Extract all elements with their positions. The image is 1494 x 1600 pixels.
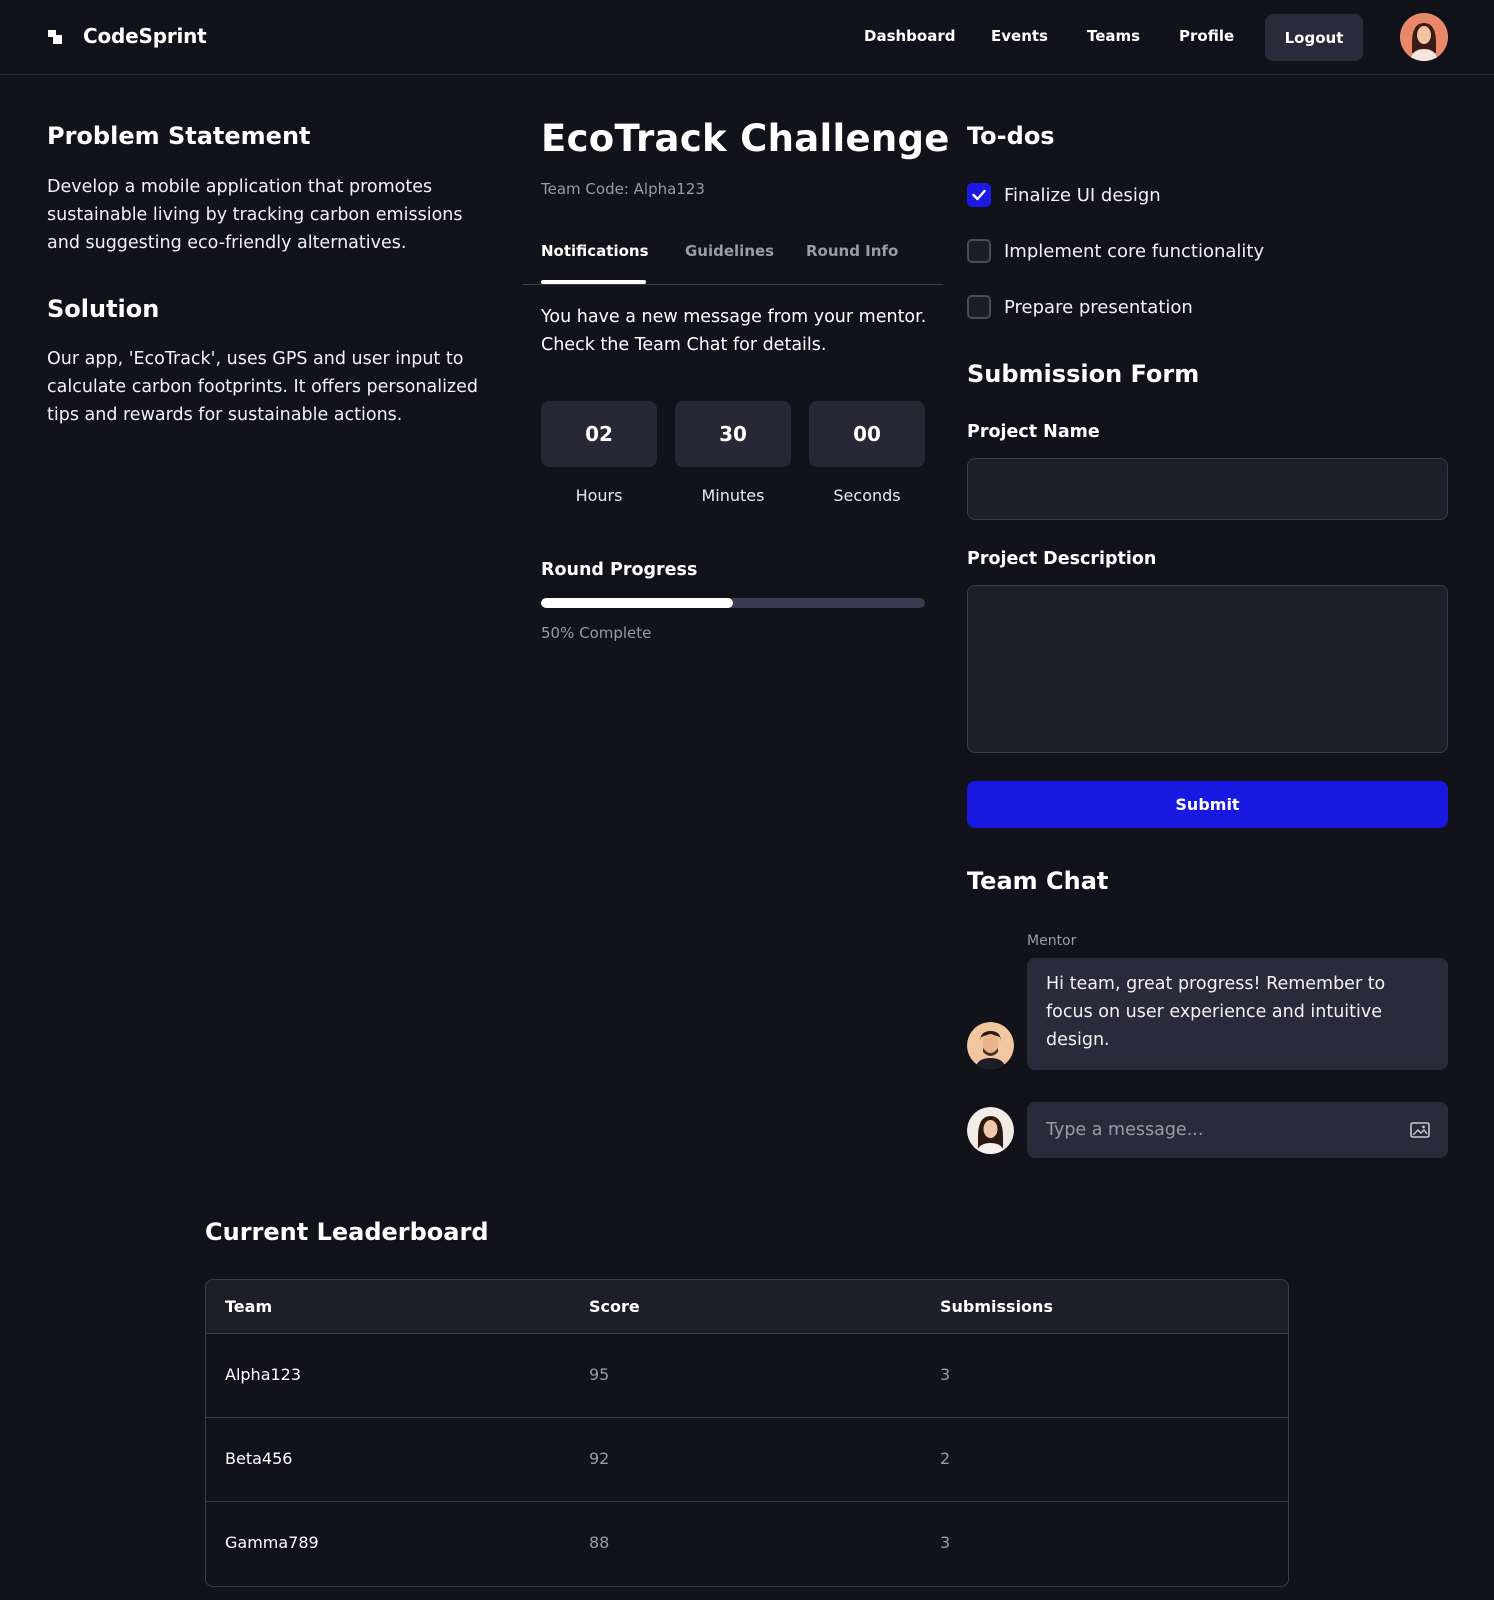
score-cell: 95 xyxy=(589,1365,610,1384)
table-row: Alpha123 95 3 xyxy=(206,1334,1288,1418)
team-cell: Alpha123 xyxy=(225,1365,302,1384)
tab-bar: Notifications Guidelines Round Info xyxy=(523,236,943,285)
table-header: Team Score Submissions xyxy=(206,1280,1288,1334)
timer-hours-label: Hours xyxy=(575,486,623,505)
column-header-score: Score xyxy=(589,1297,640,1316)
team-code: Team Code: Alpha123 xyxy=(541,180,705,198)
submissions-cell: 3 xyxy=(940,1365,951,1384)
submissions-cell: 3 xyxy=(940,1533,951,1552)
team-chat-title: Team Chat xyxy=(967,867,1109,895)
leaderboard-title: Current Leaderboard xyxy=(205,1218,489,1246)
timer-minutes-label: Minutes xyxy=(701,486,765,505)
table-row: Beta456 92 2 xyxy=(206,1418,1288,1502)
column-header-team: Team xyxy=(225,1297,273,1316)
brand-logo-icon xyxy=(47,27,65,45)
mentor-avatar xyxy=(967,1022,1014,1069)
top-navbar: CodeSprint Dashboard Events Teams Profil… xyxy=(0,0,1494,75)
logout-button[interactable]: Logout xyxy=(1265,14,1363,61)
chat-composer xyxy=(1027,1102,1448,1158)
nav-profile[interactable]: Profile xyxy=(1179,27,1234,45)
todo-label: Implement core functionality xyxy=(1004,240,1265,262)
submission-form-title: Submission Form xyxy=(967,360,1200,388)
chat-message-input[interactable] xyxy=(1027,1102,1397,1158)
todo-label: Finalize UI design xyxy=(1004,184,1161,206)
project-name-label: Project Name xyxy=(967,422,1100,442)
round-progress-bar xyxy=(541,598,925,608)
brand[interactable]: CodeSprint xyxy=(47,24,207,48)
check-icon xyxy=(972,189,986,201)
user-avatar xyxy=(967,1107,1014,1154)
todo-checkbox[interactable] xyxy=(967,295,991,319)
nav-teams[interactable]: Teams xyxy=(1087,27,1140,45)
tab-notifications[interactable]: Notifications xyxy=(541,242,649,260)
team-cell: Beta456 xyxy=(225,1449,293,1468)
todo-item[interactable]: Implement core functionality xyxy=(967,239,1264,263)
solution-text: Our app, 'EcoTrack', uses GPS and user i… xyxy=(47,349,478,425)
team-cell: Gamma789 xyxy=(225,1533,319,1552)
table-row: Gamma789 88 3 xyxy=(206,1502,1288,1586)
todo-item[interactable]: Prepare presentation xyxy=(967,295,1193,319)
challenge-title: EcoTrack Challenge xyxy=(541,117,950,160)
notification-text: You have a new message from your mentor.… xyxy=(541,307,927,355)
column-header-submissions: Submissions xyxy=(940,1297,1053,1316)
nav-dashboard[interactable]: Dashboard xyxy=(864,27,955,45)
tab-guidelines[interactable]: Guidelines xyxy=(685,242,774,260)
tab-round-info[interactable]: Round Info xyxy=(806,242,898,260)
chat-message: Hi team, great progress! Remember to foc… xyxy=(1027,958,1448,1070)
user-avatar[interactable] xyxy=(1400,13,1448,61)
problem-statement-title: Problem Statement xyxy=(47,122,311,150)
round-progress-title: Round Progress xyxy=(541,560,698,580)
chat-sender-name: Mentor xyxy=(1027,933,1077,949)
project-description-input[interactable] xyxy=(967,585,1448,753)
project-description-label: Project Description xyxy=(967,549,1157,569)
submit-button[interactable]: Submit xyxy=(967,781,1448,828)
project-name-input[interactable] xyxy=(967,458,1448,520)
solution-title: Solution xyxy=(47,295,160,323)
timer-hours: 02 xyxy=(541,401,657,467)
todo-item[interactable]: Finalize UI design xyxy=(967,183,1161,207)
timer-seconds: 00 xyxy=(809,401,925,467)
round-progress-text: 50% Complete xyxy=(541,624,652,642)
image-attach-icon[interactable] xyxy=(1409,1120,1431,1140)
todos-title: To-dos xyxy=(967,122,1055,150)
timer-seconds-label: Seconds xyxy=(833,486,901,505)
active-tab-indicator xyxy=(541,280,646,284)
todo-label: Prepare presentation xyxy=(1004,296,1193,318)
problem-statement-text: Develop a mobile application that promot… xyxy=(47,177,463,253)
todo-checkbox[interactable] xyxy=(967,239,991,263)
brand-name: CodeSprint xyxy=(83,24,207,48)
score-cell: 88 xyxy=(589,1533,610,1552)
todo-checkbox-checked[interactable] xyxy=(967,183,991,207)
round-progress-fill xyxy=(541,598,733,608)
score-cell: 92 xyxy=(589,1449,610,1468)
submissions-cell: 2 xyxy=(940,1449,951,1468)
leaderboard-table: Team Score Submissions Alpha123 95 3 Bet… xyxy=(205,1279,1289,1587)
nav-events[interactable]: Events xyxy=(991,27,1048,45)
timer-minutes: 30 xyxy=(675,401,791,467)
